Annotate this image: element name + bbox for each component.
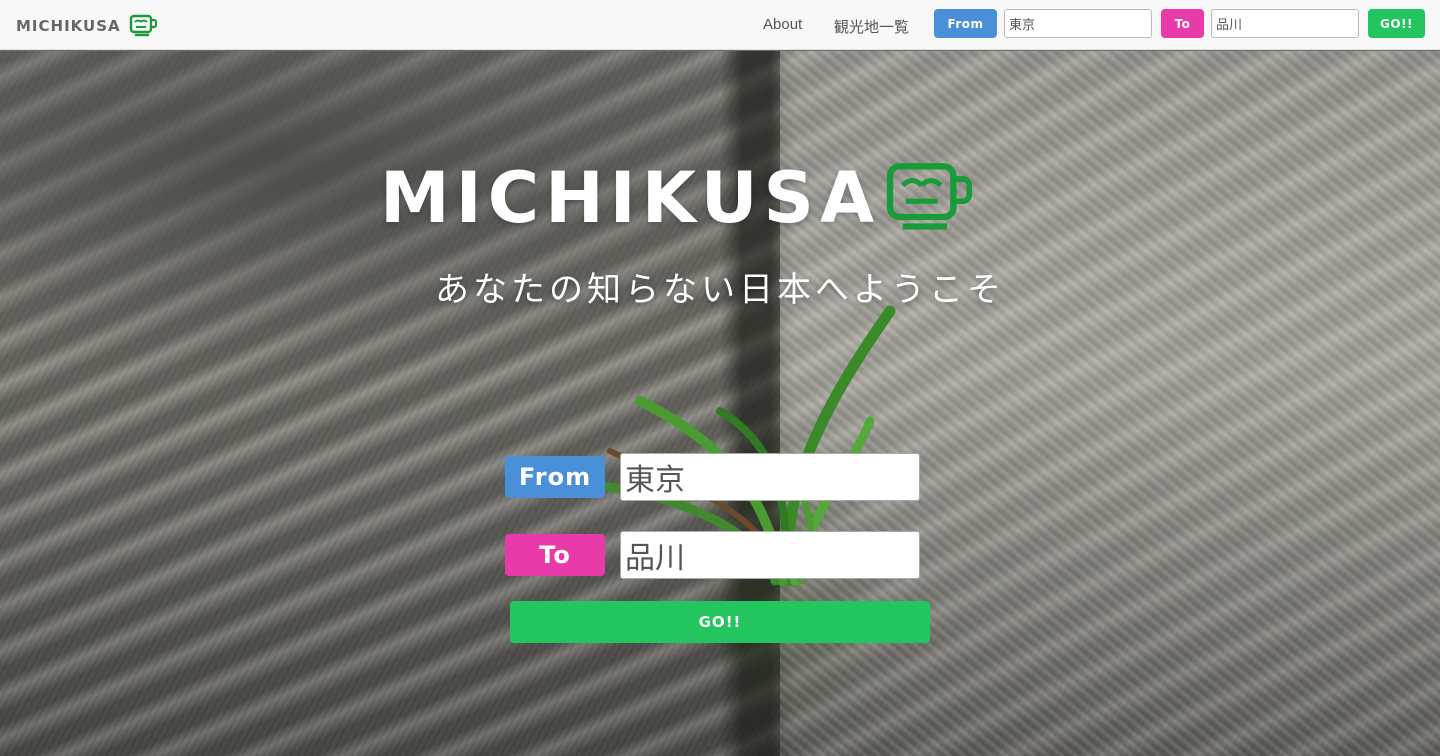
nav-link-about[interactable]: About	[763, 16, 802, 33]
hero-to-label: To	[505, 534, 605, 576]
cup-face-icon	[886, 163, 973, 230]
cup-face-icon	[129, 14, 157, 37]
hero-from-input[interactable]	[620, 453, 920, 501]
nav-from-label: From	[934, 9, 997, 38]
hero-from-label: From	[505, 456, 605, 498]
navbar: MICHIKUSA About 観光地一覧 From To GO!!	[0, 0, 1440, 50]
nav-link-sightseeing-list[interactable]: 観光地一覧	[834, 16, 909, 37]
brand-logo-link[interactable]: MICHIKUSA	[16, 14, 157, 38]
hero-title: MICHIKUSA	[380, 157, 881, 239]
hero-to-input[interactable]	[620, 531, 920, 579]
nav-from-input[interactable]	[1004, 9, 1152, 38]
hero-go-button[interactable]: GO!!	[510, 601, 930, 643]
hero-tagline: あなたの知らない日本へようこそ	[435, 270, 1005, 310]
nav-to-input[interactable]	[1211, 9, 1359, 38]
nav-go-button[interactable]: GO!!	[1368, 9, 1425, 38]
nav-to-label: To	[1161, 9, 1204, 38]
brand-name: MICHIKUSA	[16, 17, 121, 35]
hero-logo: MICHIKUSA	[380, 160, 974, 236]
